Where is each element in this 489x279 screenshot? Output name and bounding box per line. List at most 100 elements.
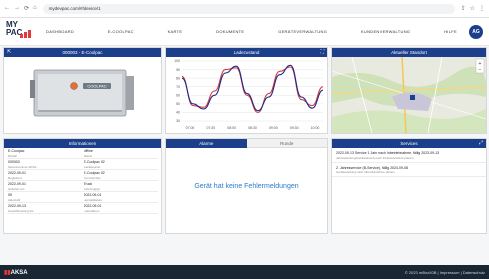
info-label: Registriert bbox=[8, 175, 22, 180]
reload-icon[interactable]: ⟳ bbox=[24, 5, 29, 12]
chart-plot: 100 90 80 70 60 50 40 30 07:00 07:30 08:00 08:30 09:… bbox=[174, 59, 324, 130]
url-text: mydevpac.com/#/device/1 bbox=[48, 6, 101, 11]
series-line bbox=[181, 66, 324, 113]
menu-item-geraeteverwaltung[interactable]: GERÄTEVERWALTUNG bbox=[278, 29, 327, 34]
info-label: Modell bbox=[8, 153, 17, 158]
info-label: Akkuzahl bbox=[8, 197, 21, 202]
chart-panel: Ladezustand ⛶ 100 90 80 70 60 50 40 30 07:00 07:3… bbox=[165, 47, 328, 134]
info-label: Gerätename bbox=[83, 164, 101, 169]
x-tick-label: 09:30 bbox=[290, 126, 299, 130]
address-bar[interactable]: mydevpac.com/#/device/1 bbox=[42, 3, 455, 14]
x-tick-label: 10:00 bbox=[311, 126, 320, 130]
device-image: COOLPAC bbox=[30, 69, 134, 117]
list-item[interactable]: 2. Jahresservice (B-Service), fällig 202… bbox=[332, 163, 486, 177]
y-tick-label: 60 bbox=[176, 93, 180, 97]
map-panel: Aktueller Standort + − bbox=[331, 47, 487, 134]
footer: ▮▮AKSA © 2023 m8buX0B | Impressum | Date… bbox=[0, 265, 489, 279]
info-cell: 2022-09-13 Gewährleistung bis bbox=[7, 203, 83, 214]
info-cell: Truck Fahrzeugtyp bbox=[82, 181, 158, 192]
chart-panel-header: Ladezustand ⛶ bbox=[166, 48, 327, 57]
info-cell: 05 Akkuzahl bbox=[7, 192, 83, 203]
svg-text:−: − bbox=[479, 68, 482, 74]
menu-icon[interactable]: ⋮ bbox=[479, 5, 485, 12]
info-table: E-Coolpac Modell offline Status 000003 Seri… bbox=[4, 148, 161, 214]
info-cell: E-Coolpac 02 Kennzeichen bbox=[82, 170, 158, 181]
menu-item-karte[interactable]: KARTE bbox=[168, 29, 183, 34]
device-panel-title: 000003 - E-Coolpac bbox=[62, 50, 103, 55]
map-panel-header: Aktueller Standort bbox=[332, 48, 486, 57]
y-tick-label: 90 bbox=[176, 68, 180, 72]
footer-links[interactable]: © 2023 m8buX0B | Impressum | Datenschutz bbox=[405, 270, 485, 275]
map-panel-title: Aktueller Standort bbox=[391, 50, 427, 55]
info-label: Herstelldatum bbox=[83, 197, 103, 202]
x-tick-label: 07:00 bbox=[186, 126, 195, 130]
mypac-logo[interactable]: MY PAC bbox=[6, 20, 32, 43]
location-marker-icon bbox=[410, 95, 415, 100]
info-cell: 2022-09-01 Geliefert am bbox=[7, 181, 83, 192]
fullscreen-icon[interactable]: ⛶ bbox=[320, 49, 324, 55]
alarm-tabs: Alarme Runde bbox=[166, 139, 327, 148]
info-label: Kennzeichen bbox=[83, 175, 101, 180]
service-description: Jahreswartung/Gerätetausch nach Inbetrie… bbox=[336, 155, 414, 160]
browser-nav: ← → ⟳ ⌂ bbox=[4, 5, 37, 12]
list-item[interactable]: 2022-09-13 Service 1 Jahr nach Inbetrieb… bbox=[332, 148, 486, 163]
info-panel: Informationen E-Coolpac Modell offline Sta… bbox=[3, 138, 162, 234]
y-tick-label: 80 bbox=[176, 76, 180, 80]
x-tick-label: 07:30 bbox=[206, 126, 215, 130]
y-tick-label: 100 bbox=[174, 59, 180, 63]
back-icon[interactable]: ← bbox=[4, 5, 10, 12]
forward-icon[interactable]: → bbox=[14, 5, 20, 12]
empty-alarm-message: Gerät hat keine Fehlermeldungen bbox=[194, 183, 299, 190]
menu-item-dokumente[interactable]: DOKUMENTE bbox=[216, 29, 244, 34]
home-icon[interactable]: ⌂ bbox=[33, 5, 37, 12]
service-panel-header: Services ⤢ bbox=[332, 139, 486, 148]
info-panel-header: Informationen bbox=[4, 139, 161, 148]
tab-alarme[interactable]: Alarme bbox=[166, 139, 247, 148]
brand-text: AKSA bbox=[10, 269, 28, 276]
menu-item-e-coolpac[interactable]: E-COOLPAC bbox=[108, 29, 134, 34]
avatar[interactable]: AG bbox=[469, 24, 483, 39]
info-label: Lieferdatum bbox=[83, 208, 100, 213]
service-description: Gerätewartung nach Inbetriebnahme planen bbox=[336, 170, 395, 174]
info-cell: offline Status bbox=[82, 148, 158, 159]
info-cell: 000003 Seriennummer AKSA bbox=[7, 159, 83, 170]
menu-item-kundenverwaltung[interactable]: KUNDENVERWALTUNG bbox=[361, 29, 410, 34]
y-tick-label: 40 bbox=[176, 111, 180, 115]
info-label: Fahrzeugtyp bbox=[83, 186, 101, 191]
logo-bars-icon bbox=[20, 29, 31, 38]
browser-tools: ⇪ ☆ ⋮ bbox=[461, 5, 485, 12]
info-label: Seriennummer AKSA bbox=[8, 164, 37, 169]
y-tick-label: 50 bbox=[176, 102, 180, 106]
menu-item-dashboard[interactable]: DASHBOARD bbox=[46, 29, 74, 34]
location-map[interactable]: + − bbox=[331, 56, 487, 134]
info-panel-title: Informationen bbox=[68, 141, 97, 146]
y-tick-label: 30 bbox=[176, 119, 180, 123]
svg-text:+: + bbox=[479, 61, 482, 67]
app-header: MY PAC DASHBOARD E-COOLPAC KARTE DOKUMEN… bbox=[0, 18, 489, 46]
info-cell: 2022-09-01 Lieferdatum bbox=[82, 203, 158, 214]
share-icon[interactable]: ⇪ bbox=[461, 5, 466, 12]
aksa-logo: ▮▮AKSA bbox=[4, 269, 28, 276]
browser-toolbar: ← → ⟳ ⌂ mydevpac.com/#/device/1 ⇪ ☆ ⋮ bbox=[0, 0, 489, 18]
browser-window: ← → ⟳ ⌂ mydevpac.com/#/device/1 ⇪ ☆ ⋮ MY… bbox=[0, 0, 489, 265]
menu-item-hilfe[interactable]: HILFE bbox=[444, 29, 457, 34]
star-icon[interactable]: ☆ bbox=[470, 5, 475, 12]
tab-runde[interactable]: Runde bbox=[246, 139, 327, 148]
svg-text:COOLPAC: COOLPAC bbox=[87, 84, 106, 89]
info-label: Gewährleistung bis bbox=[8, 208, 34, 213]
info-label: Status bbox=[83, 153, 93, 158]
y-tick-label: 70 bbox=[176, 85, 180, 89]
service-panel-title: Services bbox=[400, 141, 418, 146]
expand-icon[interactable]: ⤢ bbox=[479, 140, 483, 146]
info-cell: 2022-09-01 Herstelldatum bbox=[82, 192, 158, 203]
x-tick-label: 09:00 bbox=[269, 126, 278, 130]
expand-icon[interactable]: ⇱ bbox=[7, 49, 11, 55]
device-panel: ⇱ 000003 - E-Coolpac COOLPAC bbox=[3, 47, 162, 134]
x-tick-label: 08:30 bbox=[248, 126, 257, 130]
info-label: Geliefert am bbox=[8, 186, 25, 191]
info-cell: E-Coolpac Modell bbox=[7, 148, 83, 159]
chart-panel-title: Ladezustand bbox=[233, 50, 260, 55]
alarm-panel: Alarme Runde Gerät hat keine Fehlermeldu… bbox=[165, 138, 328, 234]
x-tick-label: 08:00 bbox=[227, 126, 236, 130]
info-cell: E-Coolpac 02 Gerätename bbox=[82, 159, 158, 170]
